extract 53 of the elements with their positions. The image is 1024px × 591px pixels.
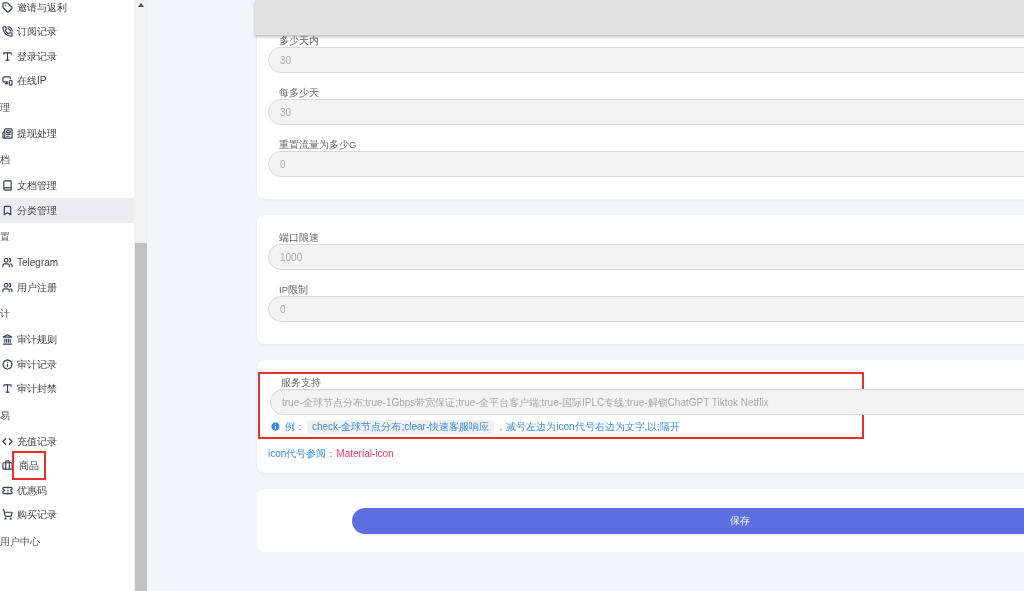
ticket-icon bbox=[2, 484, 13, 496]
hint-text: ，减号左边为icon代号右边为文字,以;隔开 bbox=[496, 420, 681, 434]
field-label: 每多少天 bbox=[279, 86, 320, 99]
info-icon bbox=[270, 421, 281, 432]
section-header: 易 bbox=[0, 408, 10, 423]
save-button[interactable]: 保存 bbox=[352, 507, 1024, 534]
scrollbar-thumb[interactable] bbox=[135, 243, 147, 591]
phone-icon bbox=[2, 26, 13, 38]
sidebar-item[interactable]: Telegram bbox=[0, 250, 134, 275]
text-size-icon bbox=[2, 50, 13, 62]
book-icon bbox=[2, 180, 13, 192]
hint-label: 例： bbox=[285, 420, 305, 434]
sidebar-item[interactable]: 审计封禁 bbox=[0, 376, 134, 401]
text-size-icon bbox=[2, 383, 13, 395]
sidebar-item[interactable]: 用户注册 bbox=[0, 275, 134, 300]
code-icon bbox=[2, 435, 13, 447]
sidebar-item[interactable]: 提现处理 bbox=[0, 121, 134, 146]
info-badge-icon bbox=[2, 358, 13, 370]
sidebar-item[interactable]: 优惠码 bbox=[0, 478, 134, 503]
sidebar-item[interactable]: 审计规则 bbox=[0, 327, 134, 352]
sidebar-item[interactable]: 商品 bbox=[0, 453, 134, 478]
scrollbar[interactable] bbox=[134, 0, 148, 591]
users-icon bbox=[2, 281, 13, 293]
section-header: 计 bbox=[0, 307, 10, 321]
section-header: 用户中心 bbox=[0, 534, 40, 549]
material-icon-link[interactable]: Material-icon bbox=[336, 446, 394, 461]
field-label: 端口限速 bbox=[279, 231, 320, 244]
users-icon bbox=[2, 257, 13, 269]
sidebar-item[interactable]: 分类管理 bbox=[0, 198, 134, 223]
example-code: check-全球节点分布;clear-快速客服响应 bbox=[307, 419, 495, 434]
section-header: 理 bbox=[0, 100, 10, 115]
reference-label: icon代号参阅： bbox=[268, 447, 337, 461]
monitor-icon bbox=[2, 75, 13, 87]
briefcase-icon bbox=[2, 460, 13, 472]
sidebar-item[interactable]: 文档管理 bbox=[0, 173, 134, 198]
sidebar-item[interactable]: 购买记录 bbox=[0, 502, 134, 527]
section-header: 档 bbox=[0, 153, 10, 167]
tag-icon bbox=[2, 1, 13, 13]
sidebar-item[interactable]: 订阅记录 bbox=[0, 19, 134, 44]
section-header: 置 bbox=[0, 230, 10, 244]
sidebar-item[interactable]: 邀请与返利 bbox=[0, 0, 134, 20]
cart-icon bbox=[2, 509, 13, 521]
field-label: 重置流量为多少G bbox=[279, 138, 358, 151]
sidebar-item[interactable]: 在线IP bbox=[0, 68, 134, 93]
sidebar-item[interactable]: 充值记录 bbox=[0, 429, 134, 454]
field-label: 服务支持 bbox=[281, 376, 322, 389]
field-label: IP限制 bbox=[279, 283, 309, 296]
newspaper-icon bbox=[2, 127, 13, 139]
sidebar-item[interactable]: 登录记录 bbox=[0, 44, 134, 69]
bank-icon bbox=[2, 334, 13, 346]
bookmark-icon bbox=[2, 204, 13, 216]
field-label: 多少天内 bbox=[279, 34, 320, 47]
sidebar-item[interactable]: 审计记录 bbox=[0, 352, 134, 377]
